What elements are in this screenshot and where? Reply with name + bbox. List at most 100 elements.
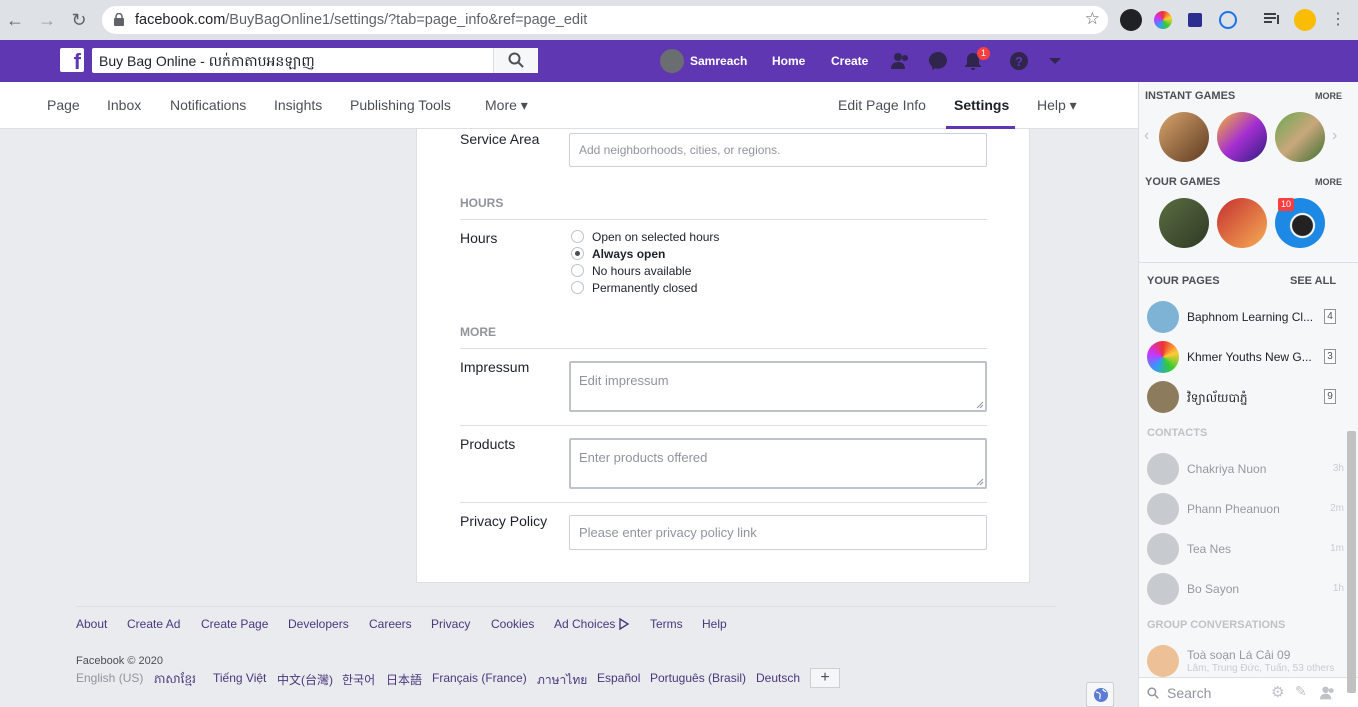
back-icon[interactable]: ← — [3, 8, 27, 32]
page-item[interactable]: Baphnom Learning Cl... 4 — [1147, 301, 1347, 333]
footer-link-cookies[interactable]: Cookies — [491, 617, 534, 631]
extension-color-icon[interactable] — [1154, 11, 1172, 29]
search-button[interactable] — [493, 48, 538, 73]
messenger-icon[interactable] — [928, 51, 948, 71]
home-link[interactable]: Home — [772, 54, 805, 68]
contact-last-active: 2m — [1330, 503, 1344, 514]
tab-edit-page-info[interactable]: Edit Page Info — [838, 97, 926, 113]
language-link-german[interactable]: Deutsch — [756, 671, 800, 685]
radio-permanently-closed[interactable] — [571, 281, 584, 294]
group-conversation-item[interactable]: Toà soạn Lá Cải 09 Lâm, Trung Đức, Tuấn,… — [1147, 645, 1347, 677]
game-thumbnail-quiz[interactable] — [1159, 112, 1209, 162]
tab-inbox[interactable]: Inbox — [107, 97, 141, 113]
tab-settings[interactable]: Settings — [954, 97, 1009, 113]
game-thumbnail-soccer[interactable] — [1159, 198, 1209, 248]
privacy-policy-placeholder: Please enter privacy policy link — [579, 525, 757, 540]
extension-square-icon[interactable] — [1188, 13, 1202, 27]
contact-name: Chakriya Nuon — [1187, 462, 1267, 476]
create-link[interactable]: Create — [831, 54, 868, 68]
instant-games-more-link[interactable]: MORE — [1315, 91, 1342, 101]
help-icon[interactable]: ? — [1009, 51, 1029, 71]
chevron-left-icon[interactable]: ‹ — [1144, 127, 1149, 145]
footer-link-privacy[interactable]: Privacy — [431, 617, 470, 631]
chat-search-bar[interactable]: Search ⚙ ✎ — [1139, 677, 1358, 707]
page-item[interactable]: Khmer Youths New G... 3 — [1147, 341, 1347, 373]
new-message-icon[interactable]: ✎ — [1295, 683, 1307, 700]
more-languages-button[interactable]: + — [810, 668, 840, 688]
language-link-portuguese[interactable]: Português (Brasil) — [650, 671, 746, 685]
language-link-vietnamese[interactable]: Tiếng Việt — [213, 671, 266, 685]
address-bar[interactable]: facebook.com/BuyBagOnline1/settings/?tab… — [102, 6, 1108, 34]
footer-link-developers[interactable]: Developers — [288, 617, 349, 631]
products-textarea[interactable]: Enter products offered — [569, 438, 987, 489]
impressum-textarea[interactable]: Edit impressum — [569, 361, 987, 412]
sidebar-scrollbar[interactable] — [1347, 431, 1356, 693]
see-all-pages-link[interactable]: SEE ALL — [1290, 275, 1336, 287]
chevron-right-icon[interactable]: › — [1332, 127, 1337, 145]
radio-always-open[interactable] — [571, 247, 584, 260]
user-avatar[interactable] — [660, 49, 684, 73]
tab-page[interactable]: Page — [47, 97, 80, 113]
footer-divider — [76, 606, 1056, 607]
contact-last-active: 1m — [1330, 543, 1344, 554]
contact-name: Phann Pheanuon — [1187, 502, 1280, 516]
friends-icon[interactable] — [891, 51, 911, 71]
footer-link-create-page[interactable]: Create Page — [201, 617, 268, 631]
contact-item[interactable]: Chakriya Nuon 3h — [1147, 453, 1347, 485]
language-link-korean[interactable]: 한국어 — [342, 671, 375, 688]
tab-publishing-tools[interactable]: Publishing Tools — [350, 97, 451, 113]
radio-open-selected-hours[interactable] — [571, 230, 584, 243]
products-placeholder: Enter products offered — [579, 450, 708, 465]
tab-insights[interactable]: Insights — [274, 97, 322, 113]
tab-help[interactable]: Help ▾ — [1037, 97, 1077, 114]
resize-grip-icon[interactable] — [976, 478, 984, 486]
game-thumbnail-king[interactable] — [1217, 198, 1267, 248]
divider — [460, 425, 987, 426]
profile-avatar-icon[interactable] — [1294, 9, 1316, 31]
game-thumbnail-word-blitz[interactable] — [1217, 112, 1267, 162]
media-queue-icon[interactable] — [1262, 9, 1284, 31]
language-link-thai[interactable]: ภาษาไทย — [537, 671, 587, 690]
language-link-french[interactable]: Français (France) — [432, 671, 527, 685]
tab-more[interactable]: More ▾ — [485, 97, 528, 114]
facebook-logo-icon[interactable]: f — [60, 48, 84, 72]
language-link-chinese[interactable]: 中文(台灣) — [277, 671, 333, 688]
game-thumbnail-ludo[interactable] — [1275, 112, 1325, 162]
contact-item[interactable]: Bo Sayon 1h — [1147, 573, 1347, 605]
language-link-spanish[interactable]: Español — [597, 671, 640, 685]
page-item[interactable]: វិទ្យាល័យបាភ្នំ 9 — [1147, 381, 1347, 413]
footer-link-about[interactable]: About — [76, 617, 107, 631]
language-link-khmer[interactable]: ភាសាខ្មែរ — [154, 671, 196, 689]
footer-link-create-ad[interactable]: Create Ad — [127, 617, 180, 631]
reload-icon[interactable]: ↻ — [67, 8, 91, 32]
radio-no-hours[interactable] — [571, 264, 584, 277]
language-link-japanese[interactable]: 日本語 — [386, 671, 422, 688]
globe-button[interactable] — [1086, 682, 1114, 707]
browser-toolbar: ← → ↻ facebook.com/BuyBagOnline1/setting… — [0, 0, 1358, 40]
search-value: Buy Bag Online - លក់កាតាបអនឡាញ — [99, 53, 315, 69]
privacy-policy-input[interactable]: Please enter privacy policy link — [569, 515, 987, 550]
footer-link-terms[interactable]: Terms — [650, 617, 683, 631]
contact-item[interactable]: Tea Nes 1m — [1147, 533, 1347, 565]
extension-react-icon[interactable] — [1219, 11, 1237, 29]
footer-link-ad-choices[interactable]: Ad Choices — [554, 617, 615, 631]
create-group-icon[interactable] — [1320, 685, 1336, 701]
forward-icon[interactable]: → — [35, 8, 59, 32]
footer-link-careers[interactable]: Careers — [369, 617, 412, 631]
facebook-top-bar: f Buy Bag Online - លក់កាតាបអនឡាញ Samreac… — [0, 40, 1358, 82]
account-menu-caret-icon[interactable] — [1045, 51, 1065, 71]
resize-grip-icon[interactable] — [976, 401, 984, 409]
footer-link-help[interactable]: Help — [702, 617, 727, 631]
tab-notifications[interactable]: Notifications — [170, 97, 246, 113]
extension-owl-icon[interactable] — [1120, 9, 1142, 31]
profile-link[interactable]: Samreach — [690, 54, 747, 68]
contact-item[interactable]: Phann Pheanuon 2m — [1147, 493, 1347, 525]
service-area-input[interactable]: Add neighborhoods, cities, or regions. — [569, 133, 987, 167]
gear-icon[interactable]: ⚙ — [1271, 683, 1284, 701]
bookmark-star-icon[interactable]: ☆ — [1085, 9, 1100, 29]
chrome-menu-icon[interactable]: ⋮ — [1326, 8, 1350, 32]
facebook-search-input[interactable]: Buy Bag Online - លក់កាតាបអនឡាញ — [92, 48, 538, 73]
your-pages-title: YOUR PAGES — [1147, 275, 1220, 287]
page-count-badge: 3 — [1324, 349, 1336, 364]
your-games-more-link[interactable]: MORE — [1315, 177, 1342, 187]
